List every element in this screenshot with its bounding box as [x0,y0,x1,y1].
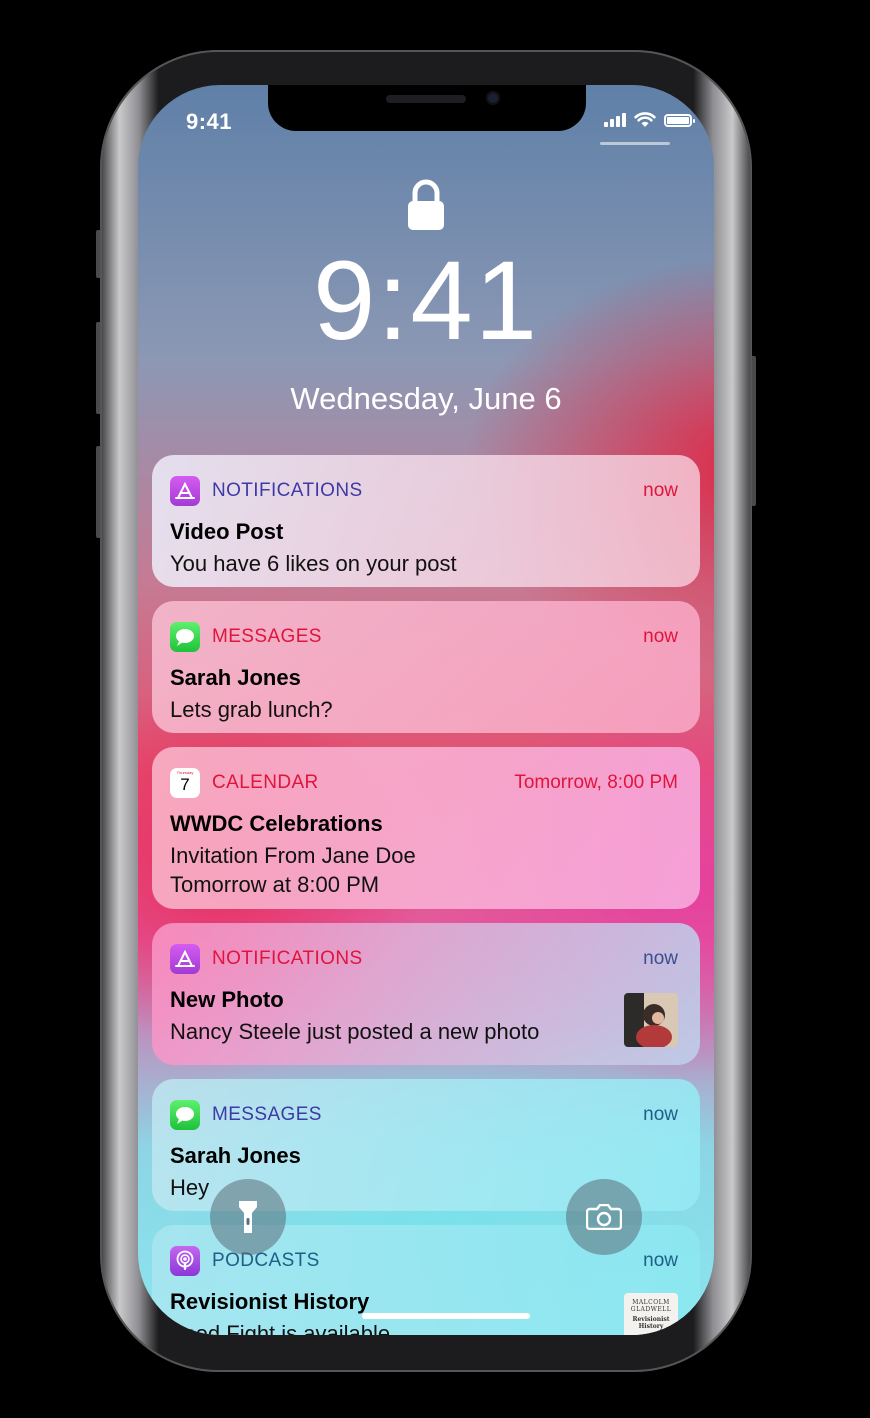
artwork-line: Revisionist [632,1316,670,1323]
cellular-signal-icon [604,113,626,127]
notification-time: now [643,1104,678,1125]
flashlight-button[interactable] [210,1179,286,1255]
battery-icon [664,113,695,127]
messages-icon [170,1100,200,1130]
notification-card[interactable]: MESSAGES now Sarah Jones Lets grab lunch… [152,601,700,733]
messages-icon [170,622,200,652]
podcasts-icon [170,1246,200,1276]
notification-body: Food Fight is available [170,1321,391,1335]
lock-icon [408,179,444,230]
artwork-line: History [638,1323,664,1330]
notification-time: now [643,1250,678,1271]
app-store-icon [170,944,200,974]
notification-app-name: NOTIFICATIONS [212,948,363,969]
notification-title: Sarah Jones [170,1143,301,1168]
lock-screen-date: Wednesday, June 6 [290,381,562,416]
app-store-icon [170,476,200,506]
notification-title: Video Post [170,519,284,544]
lock-screen: 9:41 9:41 Wednesday, June 6 NOTIFICATION… [138,85,714,1335]
notification-body: You have 6 likes on your post [170,551,457,576]
status-icons [604,111,695,129]
notification-time: Tomorrow, 8:00 PM [514,772,678,793]
notch [268,85,586,131]
notification-card[interactable]: NOTIFICATIONS now Video Post You have 6 … [152,455,700,587]
control-center-indicator[interactable] [600,142,670,145]
notification-app-name: MESSAGES [212,1104,322,1125]
artwork-line: GLADWELL [630,1306,672,1313]
calendar-icon-day-number: 7 [180,775,190,794]
podcast-artwork: MALCOLM GLADWELL Revisionist History [624,1293,678,1335]
notification-title: Revisionist History [170,1289,370,1314]
notification-app-name: NOTIFICATIONS [212,480,363,501]
wifi-icon [634,112,656,127]
notification-title: New Photo [170,987,284,1012]
camera-icon [586,1204,622,1230]
notification-time: now [643,948,678,969]
notification-title: WWDC Celebrations [170,811,383,836]
notification-app-name: MESSAGES [212,626,322,647]
notification-body: Invitation From Jane Doe [170,843,416,868]
front-camera [486,91,500,105]
notification-app-name: CALENDAR [212,772,319,793]
lock-screen-time: 9:41 [313,238,539,363]
calendar-icon: Thursday 7 [170,768,200,798]
notification-app-name: PODCASTS [212,1250,320,1271]
notification-card[interactable]: NOTIFICATIONS now New Photo Nancy Steele… [152,923,700,1065]
notification-body: Tomorrow at 8:00 PM [170,872,380,897]
artwork-line: MALCOLM [632,1299,670,1306]
notification-body: Lets grab lunch? [170,697,333,722]
home-indicator[interactable] [362,1313,530,1319]
notification-body: Nancy Steele just posted a new photo [170,1019,540,1044]
notification-time: now [643,626,678,647]
camera-button[interactable] [566,1179,642,1255]
speaker-grille [386,95,466,103]
notification-time: now [643,480,678,501]
notification-title: Sarah Jones [170,665,301,690]
photo-thumbnail [624,993,678,1047]
flashlight-icon [239,1201,257,1233]
status-time: 9:41 [186,109,233,134]
notification-card[interactable]: Thursday 7 CALENDAR Tomorrow, 8:00 PM WW… [152,747,700,909]
